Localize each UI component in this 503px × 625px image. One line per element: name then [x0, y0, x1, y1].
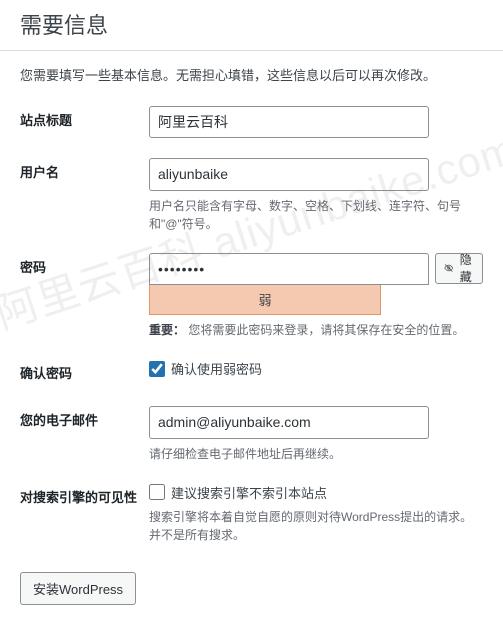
weak-password-checkbox-label: 确认使用弱密码 [171, 359, 262, 378]
email-label: 您的电子邮件 [0, 396, 139, 472]
password-input[interactable] [149, 253, 429, 285]
eye-slash-icon [444, 261, 454, 275]
hide-password-button[interactable]: 隐藏 [435, 253, 483, 284]
search-visibility-label: 对搜索引擎的可见性 [0, 473, 139, 554]
hide-password-label: 隐藏 [458, 251, 474, 285]
page-heading: 需要信息 [0, 0, 503, 51]
search-visibility-checkbox-label: 建议搜索引擎不索引本站点 [171, 483, 327, 502]
weak-password-confirm[interactable]: 确认使用弱密码 [149, 359, 483, 378]
search-visibility-checkbox[interactable] [149, 484, 165, 500]
username-label: 用户名 [0, 148, 139, 242]
search-visibility-row[interactable]: 建议搜索引擎不索引本站点 [149, 483, 483, 502]
install-wordpress-button[interactable]: 安装WordPress [20, 572, 136, 605]
password-strength: 弱 [149, 285, 381, 315]
username-help: 用户名只能含有字母、数字、空格、下划线、连字符、句号和"@"符号。 [149, 197, 483, 233]
intro-text: 您需要填写一些基本信息。无需担心填错，这些信息以后可以再次修改。 [0, 51, 503, 96]
username-input[interactable] [149, 158, 429, 190]
password-label: 密码 [0, 243, 139, 349]
confirm-password-label: 确认密码 [0, 349, 139, 396]
email-help: 请仔细检查电子邮件地址后再继续。 [149, 445, 483, 463]
password-help: 重要： 您将需要此密码来登录，请将其保存在安全的位置。 [149, 321, 483, 339]
weak-password-checkbox[interactable] [149, 361, 165, 377]
install-form: 站点标题 用户名 用户名只能含有字母、数字、空格、下划线、连字符、句号和"@"符… [0, 96, 503, 554]
search-visibility-help: 搜索引擎将本着自觉自愿的原则对待WordPress提出的请求。并不是所有搜求。 [149, 508, 483, 544]
site-title-label: 站点标题 [0, 96, 139, 148]
site-title-input[interactable] [149, 106, 429, 138]
email-input[interactable] [149, 406, 429, 438]
